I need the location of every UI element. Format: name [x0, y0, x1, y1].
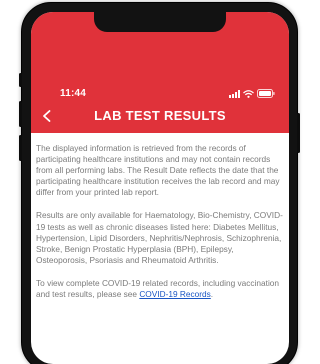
status-time: 11:44	[60, 88, 87, 99]
notch	[94, 12, 226, 32]
battery-icon	[257, 89, 275, 98]
mute-switch	[19, 73, 22, 87]
volume-up-button	[19, 101, 22, 127]
info-content: The displayed information is retrieved f…	[31, 133, 289, 364]
covid-records-suffix: .	[210, 289, 214, 300]
power-button	[297, 113, 300, 153]
stage: 11:44 LAB TEST RESULTS The displayed inf…	[0, 0, 308, 364]
status-icons	[229, 89, 275, 98]
phone-screen: 11:44 LAB TEST RESULTS The displayed inf…	[31, 12, 289, 364]
covid-records-paragraph: To view complete COVID-19 related record…	[36, 278, 284, 300]
wifi-icon	[243, 89, 254, 98]
page-title: LAB TEST RESULTS	[94, 108, 226, 123]
disclaimer-paragraph: The displayed information is retrieved f…	[36, 143, 280, 198]
availability-paragraph: Results are only available for Haematolo…	[36, 210, 283, 265]
signal-icon	[229, 89, 240, 98]
volume-down-button	[19, 135, 22, 161]
phone-frame: 11:44 LAB TEST RESULTS The displayed inf…	[19, 2, 300, 364]
covid-records-link[interactable]: COVID-19 Records	[139, 289, 210, 299]
